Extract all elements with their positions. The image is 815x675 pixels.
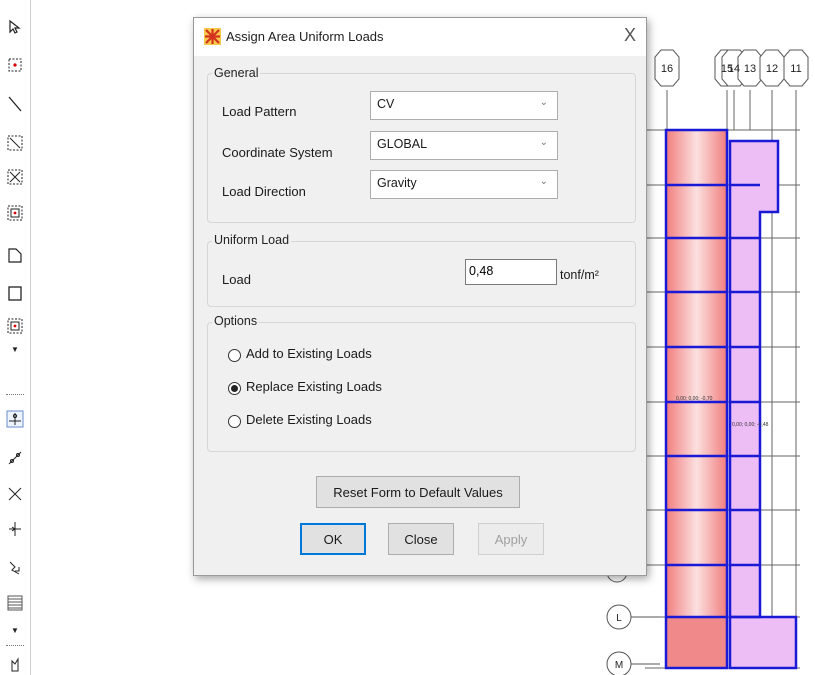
add-existing-label[interactable]: Add to Existing Loads — [246, 346, 372, 361]
grid-bubble-label: 16 — [661, 63, 673, 75]
grid-bubble-label: 11 — [790, 63, 801, 75]
chevron-down-icon: ⌄ — [539, 97, 548, 108]
replace-existing-label[interactable]: Replace Existing Loads — [246, 379, 382, 394]
apply-button[interactable]: Apply — [478, 523, 544, 555]
load-pattern-label: Load Pattern — [222, 104, 297, 119]
ok-button[interactable]: OK — [300, 523, 366, 555]
load-direction-value: Gravity — [377, 176, 417, 190]
close-button[interactable]: Close — [388, 523, 454, 555]
add-existing-radio[interactable] — [228, 349, 241, 362]
coordinate-system-select[interactable]: GLOBAL ⌄ — [370, 131, 558, 160]
load-label: Load — [222, 272, 251, 287]
coordinate-system-value: GLOBAL — [377, 137, 428, 151]
load-pattern-value: CV — [377, 97, 395, 111]
load-direction-label: Load Direction — [222, 184, 306, 199]
load-value-field[interactable] — [465, 259, 557, 285]
replace-existing-radio[interactable] — [228, 382, 241, 395]
uniform-load-group-label: Uniform Load — [212, 233, 292, 247]
coordinate-system-label: Coordinate System — [222, 145, 333, 160]
row-bubble-label: L — [616, 613, 622, 624]
load-value-input[interactable] — [469, 261, 553, 281]
dialog-title: Assign Area Uniform Loads — [226, 29, 384, 44]
grid-bubble-label: 14 — [728, 63, 740, 75]
grid-bubble-label: 13 — [744, 63, 756, 75]
area-load-label-left: 0,00; 0,00; -0,70 — [676, 396, 713, 402]
load-pattern-select[interactable]: CV ⌄ — [370, 91, 558, 120]
delete-existing-radio[interactable] — [228, 415, 241, 428]
grid-bubble-label: 12 — [766, 63, 778, 75]
load-direction-select[interactable]: Gravity ⌄ — [370, 170, 558, 199]
area-load-label-right: 0,00; 0,00; -0,48 — [732, 422, 769, 428]
load-unit-label: tonf/m² — [560, 268, 599, 282]
chevron-down-icon: ⌄ — [539, 137, 548, 148]
assign-area-uniform-loads-dialog: Assign Area Uniform Loads X General Load… — [193, 17, 647, 576]
chevron-down-icon: ⌄ — [539, 176, 548, 187]
delete-existing-label[interactable]: Delete Existing Loads — [246, 412, 372, 427]
app-logo-icon — [204, 28, 221, 45]
options-group-label: Options — [212, 314, 260, 328]
close-icon[interactable]: X — [624, 25, 636, 45]
row-bubble-label: M — [615, 660, 623, 671]
reset-form-button[interactable]: Reset Form to Default Values — [316, 476, 520, 508]
general-group-label: General — [212, 66, 261, 80]
dialog-titlebar[interactable]: Assign Area Uniform Loads X — [194, 18, 646, 56]
